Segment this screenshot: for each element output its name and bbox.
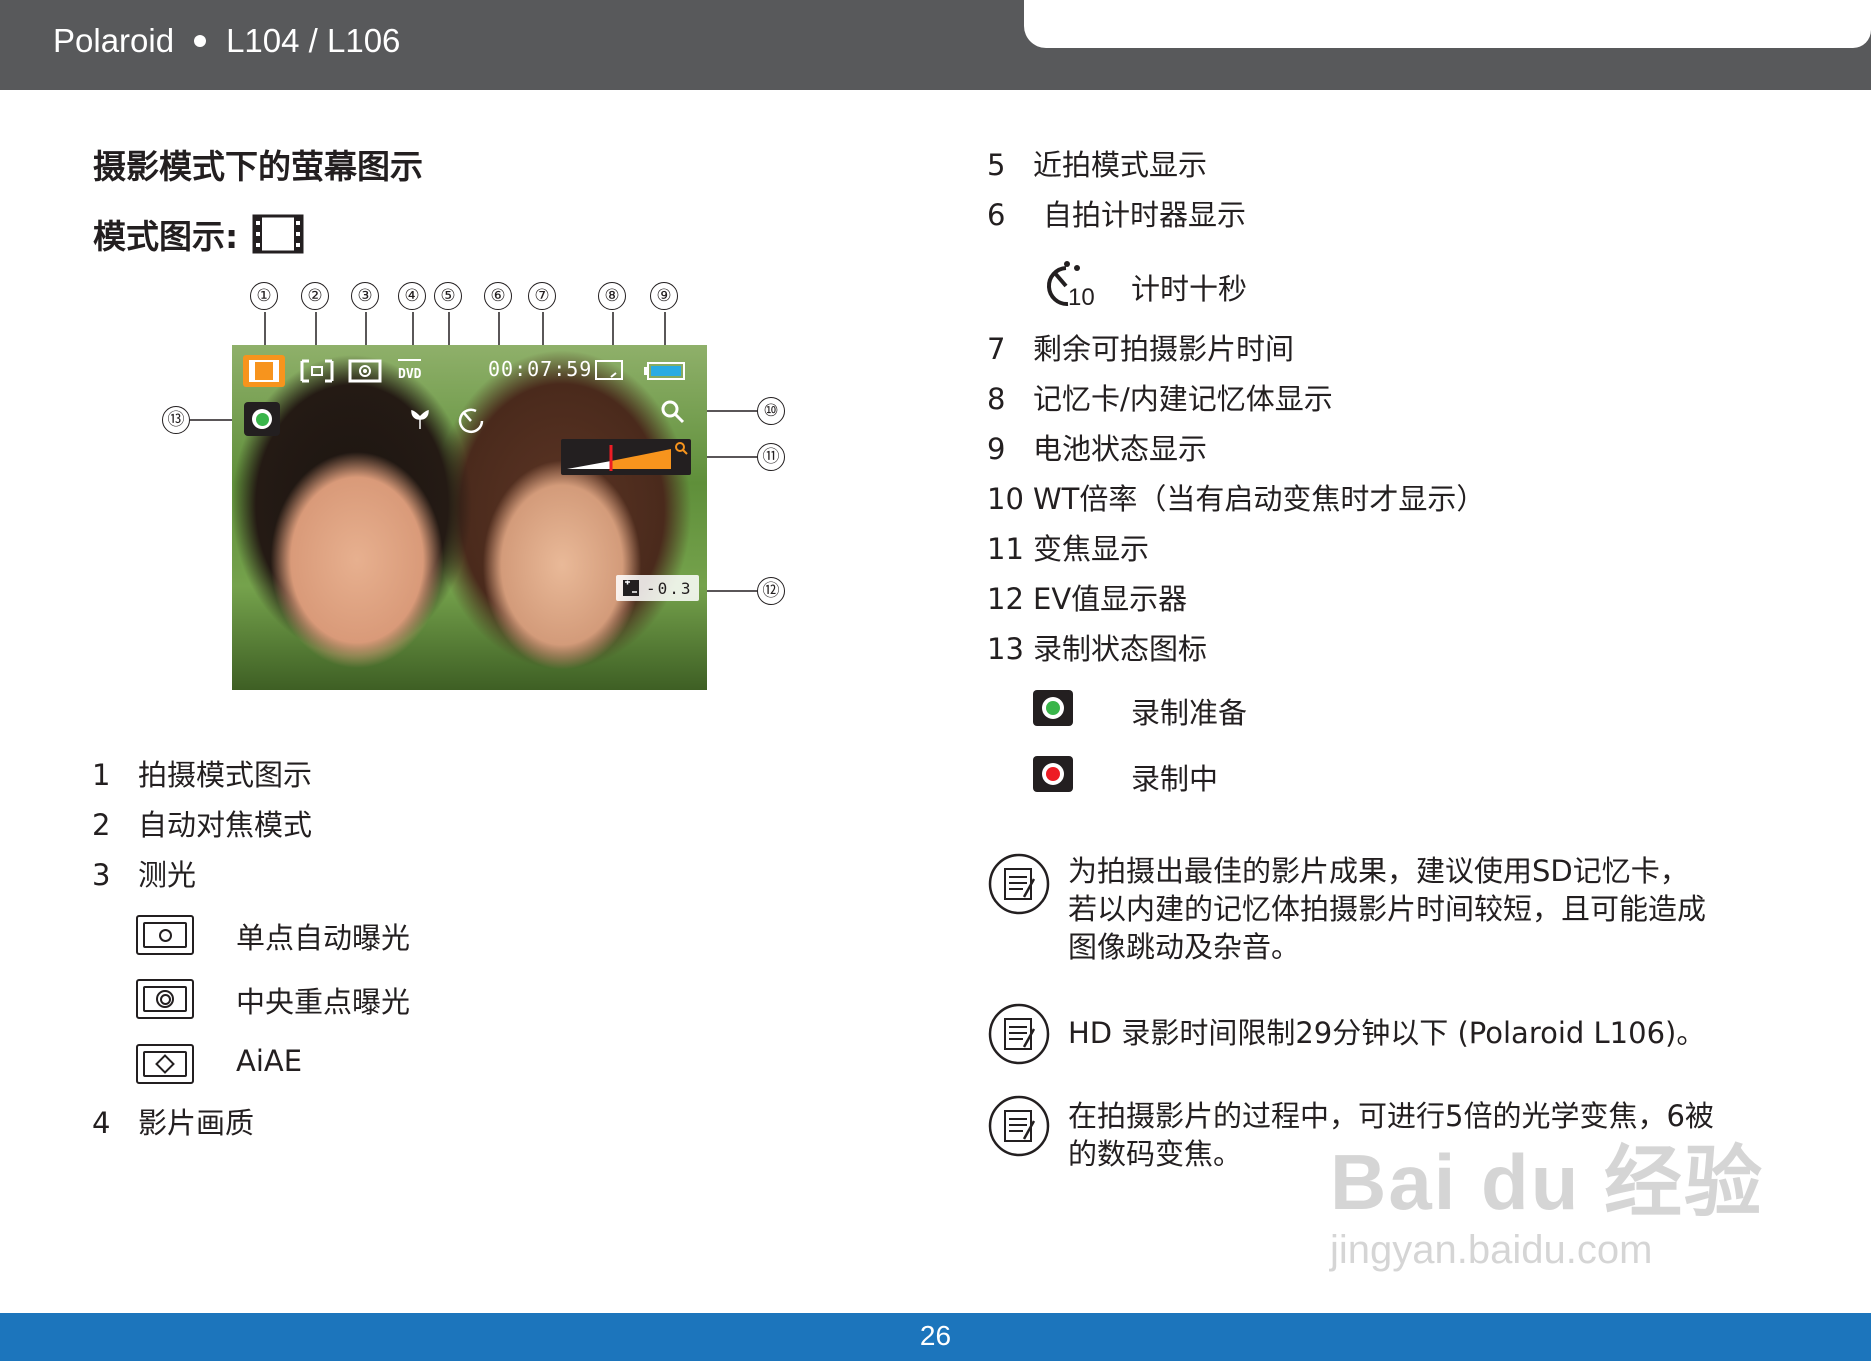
autofocus-osd-icon <box>300 359 334 383</box>
list-item-8: 8 记忆卡/内建记忆体显示 <box>987 376 1333 418</box>
zoom-bar-osd <box>561 439 691 475</box>
item-number: 11 <box>987 532 1024 566</box>
note-icon <box>988 853 1050 915</box>
header-tab-cutout <box>1024 0 1871 48</box>
item-number: 6 <box>987 198 1006 232</box>
macro-osd-icon <box>411 409 429 429</box>
recording-text: 录制中 <box>1131 762 1219 796</box>
metering-option-aiae: AiAE <box>236 1044 303 1078</box>
item-number: 7 <box>987 332 1006 366</box>
item-number: 5 <box>987 148 1006 182</box>
watermark-url: jingyan.baidu.com <box>1330 1228 1653 1272</box>
item-text: 剩余可拍摄影片时间 <box>1033 332 1295 366</box>
list-item-5: 5 近拍模式显示 <box>987 142 1207 184</box>
record-ready-text: 录制准备 <box>1131 696 1248 730</box>
item-number: 3 <box>92 858 111 892</box>
note-icon <box>988 1095 1050 1157</box>
note-2-line-1: HD 录影时间限制29分钟以下 (Polaroid L106)。 <box>1068 1016 1706 1050</box>
timer-option-text: 计时十秒 <box>1131 272 1248 306</box>
item-text: 测光 <box>138 858 197 892</box>
item-text: 拍摄模式图示 <box>138 758 313 792</box>
list-item-9: 9 电池状态显示 <box>987 426 1207 468</box>
item-number: 13 <box>987 632 1024 666</box>
item-text: WT倍率（当有启动变焦时才显示） <box>1033 482 1486 516</box>
item-number: 8 <box>987 382 1006 416</box>
memory-card-osd-icon <box>595 360 623 380</box>
aiae-metering-icon <box>136 1044 194 1084</box>
item-text: 近拍模式显示 <box>1033 148 1208 182</box>
self-timer-10s-label: 10 <box>1068 284 1095 311</box>
note-2: HD 录影时间限制29分钟以下 (Polaroid L106)。 <box>1068 1014 1705 1052</box>
item-number: 1 <box>92 758 111 792</box>
item-text: 电池状态显示 <box>1033 432 1208 466</box>
note-1-line-3: 图像跳动及杂音。 <box>1068 930 1301 964</box>
video-quality-osd: DVD <box>398 359 422 382</box>
self-timer-osd-icon <box>458 408 484 434</box>
list-item-10: 10 WT倍率（当有启动变焦时才显示） <box>987 476 1485 518</box>
item-number: 9 <box>987 432 1006 466</box>
recording-icon <box>1033 756 1073 792</box>
metering-osd-icon <box>348 359 382 383</box>
list-item-11: 11 变焦显示 <box>987 526 1149 568</box>
item-text: 自拍计时器显示 <box>1043 198 1247 232</box>
list-item-3: 3 测光 <box>92 852 196 894</box>
item-text: 记忆卡/内建记忆体显示 <box>1033 382 1333 416</box>
item-text: 影片画质 <box>138 1106 255 1140</box>
list-item-1: 1 拍摄模式图示 <box>92 752 312 794</box>
spot-metering-icon <box>136 915 194 955</box>
list-item-4: 4 影片画质 <box>92 1100 254 1142</box>
list-item-12: 12 EV值显示器 <box>987 576 1187 618</box>
note-1-line-2: 若以内建的记忆体拍摄影片时间较短，且可能造成 <box>1068 892 1707 926</box>
list-item-7: 7 剩余可拍摄影片时间 <box>987 326 1294 368</box>
movie-mode-osd-icon <box>243 355 285 387</box>
note-1-line-1: 为拍摄出最佳的影片成果，建议使用SD记忆卡， <box>1068 854 1689 888</box>
list-item-2: 2 自动对焦模式 <box>92 802 312 844</box>
metering-option-spot: 单点自动曝光 <box>236 921 411 955</box>
exposure-compensation-icon <box>623 580 639 596</box>
zoom-ratio-osd-icon <box>661 400 685 424</box>
record-status-osd-icon <box>244 402 280 436</box>
note-1: 为拍摄出最佳的影片成果，建议使用SD记忆卡， 若以内建的记忆体拍摄影片时间较短，… <box>1068 852 1706 966</box>
item-number: 10 <box>987 482 1024 516</box>
item-number: 2 <box>92 808 111 842</box>
center-weighted-metering-icon <box>136 979 194 1019</box>
metering-option-center: 中央重点曝光 <box>236 985 411 1019</box>
item-number: 12 <box>987 582 1024 616</box>
page-number: 26 <box>919 1320 952 1351</box>
ev-value-osd: -0.3 <box>616 575 699 601</box>
note-icon <box>988 1003 1050 1065</box>
remaining-time-osd: 00:07:59 <box>488 357 593 381</box>
battery-osd-icon <box>644 362 685 380</box>
record-ready-icon <box>1033 690 1073 726</box>
list-item-6: 6 自拍计时器显示 <box>987 192 1246 234</box>
camera-screen-photo: DVD 00:07:59 -0.3 <box>232 345 707 690</box>
list-item-13: 13 录制状态图标 <box>987 626 1207 668</box>
item-text: 变焦显示 <box>1033 532 1150 566</box>
item-number: 4 <box>92 1106 111 1140</box>
item-text: EV值显示器 <box>1033 582 1188 616</box>
item-text: 自动对焦模式 <box>138 808 313 842</box>
watermark: Bai du 经验 jingyan.baidu.com <box>1330 1120 1764 1273</box>
self-timer-10s-icon: 10 <box>1040 258 1096 314</box>
watermark-logo: Bai du 经验 <box>1330 1138 1765 1226</box>
item-text: 录制状态图标 <box>1033 632 1208 666</box>
ev-value: -0.3 <box>646 578 693 598</box>
